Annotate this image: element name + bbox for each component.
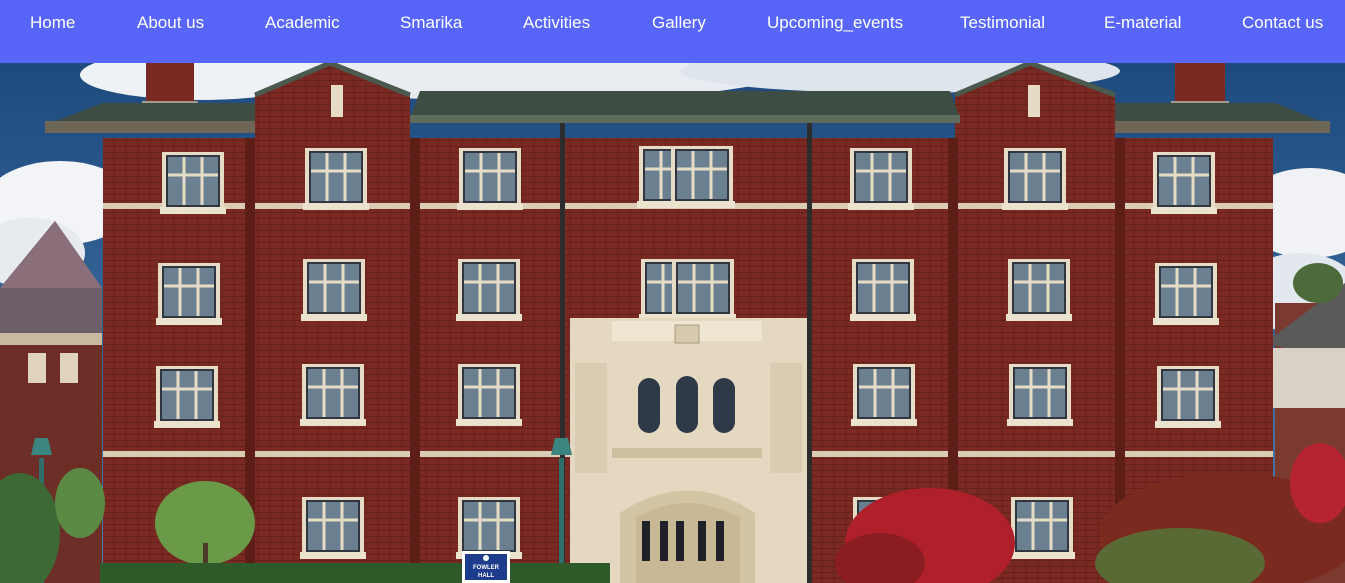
nav-about-us[interactable]: About us [137, 13, 204, 33]
nav-academic[interactable]: Academic [265, 13, 340, 33]
hero-building-image: FOWLER HALL [0, 63, 1345, 583]
nav-upcoming-events[interactable]: Upcoming_events [767, 13, 903, 33]
nav-smarika[interactable]: Smarika [400, 13, 462, 33]
main-navbar: Home About us Academic Smarika Activitie… [0, 0, 1345, 63]
sign-line-2: HALL [478, 573, 494, 579]
nav-testimonial[interactable]: Testimonial [960, 13, 1045, 33]
sign-line-1: FOWLER [473, 565, 500, 571]
nav-home[interactable]: Home [30, 13, 75, 33]
nav-activities[interactable]: Activities [523, 13, 590, 33]
nav-e-material[interactable]: E-material [1104, 13, 1181, 33]
nav-contact-us[interactable]: Contact us [1242, 13, 1323, 33]
hero-banner: FOWLER HALL [0, 63, 1345, 583]
nav-gallery[interactable]: Gallery [652, 13, 706, 33]
